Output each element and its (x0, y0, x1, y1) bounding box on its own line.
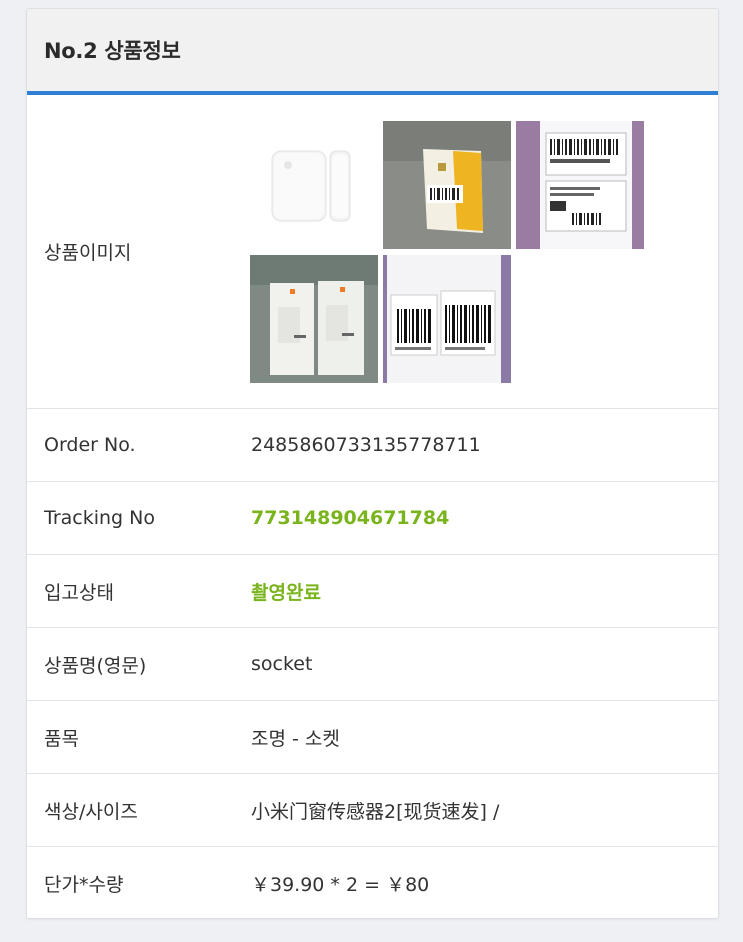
product-images-row: 상품이미지 (27, 95, 718, 409)
status-value: 촬영완료 (251, 581, 321, 604)
image-gallery (250, 120, 644, 383)
category-row: 품목 조명 - 소켓 (27, 701, 718, 774)
tracking-label: Tracking No (44, 507, 155, 529)
price-label: 단가*수량 (44, 874, 124, 896)
status-label: 입고상태 (44, 581, 114, 604)
price-row: 단가*수량 ￥39.90 * 2 = ￥80 (27, 847, 718, 918)
price-formula: ￥39.90 * 2 = (251, 874, 381, 896)
order-no-label: Order No. (44, 434, 136, 456)
option-row: 색상/사이즈 小米门窗传感器2[现货速发] / (27, 774, 718, 847)
order-no-row: Order No. 2485860733135778711 (27, 409, 718, 482)
category-label: 품목 (44, 727, 79, 750)
thumbnail-yellow-package[interactable] (383, 120, 511, 249)
thumbnail-boxed-products[interactable] (250, 254, 378, 383)
tracking-number-link[interactable]: 773148904671784 (251, 507, 449, 529)
tracking-row: Tracking No 773148904671784 (27, 482, 718, 555)
thumbnail-barcode-label[interactable] (516, 120, 644, 249)
option-value: 小米门窗传感器2[现货速发] / (251, 800, 500, 823)
status-row: 입고상태 촬영완료 (27, 555, 718, 628)
product-images-label: 상품이미지 (44, 242, 132, 264)
card-title: No.2 상품정보 (44, 39, 181, 63)
price-total: ￥80 (386, 874, 430, 896)
order-no-value: 2485860733135778711 (251, 434, 481, 456)
card-header: No.2 상품정보 (27, 9, 718, 95)
product-name-value: socket (251, 653, 313, 675)
price-value: ￥39.90 * 2 = ￥80 (251, 870, 429, 897)
thumbnail-barcode-sticker[interactable] (383, 254, 511, 383)
category-value: 조명 - 소켓 (251, 727, 340, 750)
product-info-card: No.2 상품정보 상품이미지 Order No. 24858607331357… (26, 8, 719, 919)
option-label: 색상/사이즈 (44, 800, 138, 823)
product-name-label: 상품명(영문) (44, 654, 147, 677)
thumbnail-door-sensor[interactable] (250, 120, 378, 249)
product-name-row: 상품명(영문) socket (27, 628, 718, 701)
